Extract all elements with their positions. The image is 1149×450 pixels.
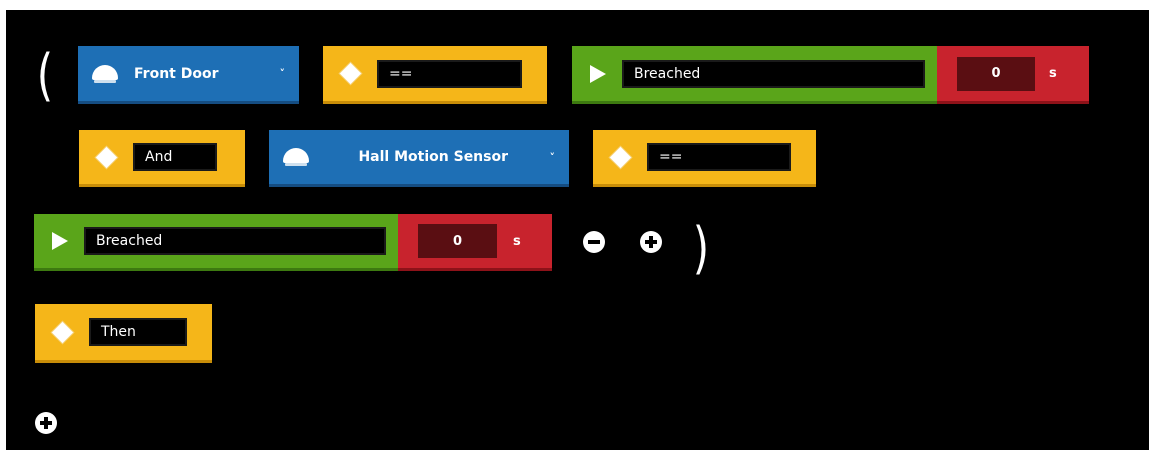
state-block-2[interactable]: Breached [34,214,398,271]
play-icon [590,64,606,83]
logic-field-1[interactable]: And [133,143,217,171]
device-label: Front Door [134,65,219,82]
delay-unit-2: s [513,233,521,249]
then-field[interactable]: Then [89,318,187,346]
sensor-dome-icon [283,148,309,166]
rule-editor: ( Front Door ˅ == Breached 0 s And Hall … [0,0,1149,450]
then-block[interactable]: Then [35,304,212,363]
minus-circle-icon [588,240,600,244]
device-label: Hall Motion Sensor [358,149,509,165]
delay-unit-1: s [1049,66,1057,81]
operator-field-1[interactable]: == [377,59,522,88]
chevron-down-icon: ˅ [549,150,556,164]
device-select-hall-motion[interactable]: Hall Motion Sensor ˅ [269,130,569,187]
state-field-1[interactable]: Breached [622,59,925,88]
delay-block-2: 0 s [398,214,552,271]
operator-block-2[interactable]: == [593,130,816,187]
chevron-down-icon: ˅ [279,67,286,80]
diamond-icon [335,62,365,85]
close-paren: ) [692,216,710,281]
operator-block-1[interactable]: == [323,46,547,104]
play-icon [52,232,68,250]
add-action-button[interactable] [35,412,57,434]
device-select-front-door[interactable]: Front Door ˅ [78,46,299,104]
add-condition-button[interactable] [640,231,662,253]
diamond-icon [47,321,77,343]
state-block-1[interactable]: Breached [572,46,937,104]
delay-input-2[interactable]: 0 [418,224,497,258]
delay-input-1[interactable]: 0 [957,56,1035,91]
delay-block-1: 0 s [937,46,1089,104]
remove-condition-button[interactable] [583,231,605,253]
diamond-icon [91,146,121,168]
open-paren: ( [36,43,54,108]
top-edge [0,0,1149,10]
state-field-2[interactable]: Breached [84,227,386,255]
left-edge [0,0,6,450]
logic-block-and[interactable]: And [79,130,245,187]
sensor-dome-icon [92,64,118,83]
operator-field-2[interactable]: == [647,143,791,171]
diamond-icon [605,146,635,168]
